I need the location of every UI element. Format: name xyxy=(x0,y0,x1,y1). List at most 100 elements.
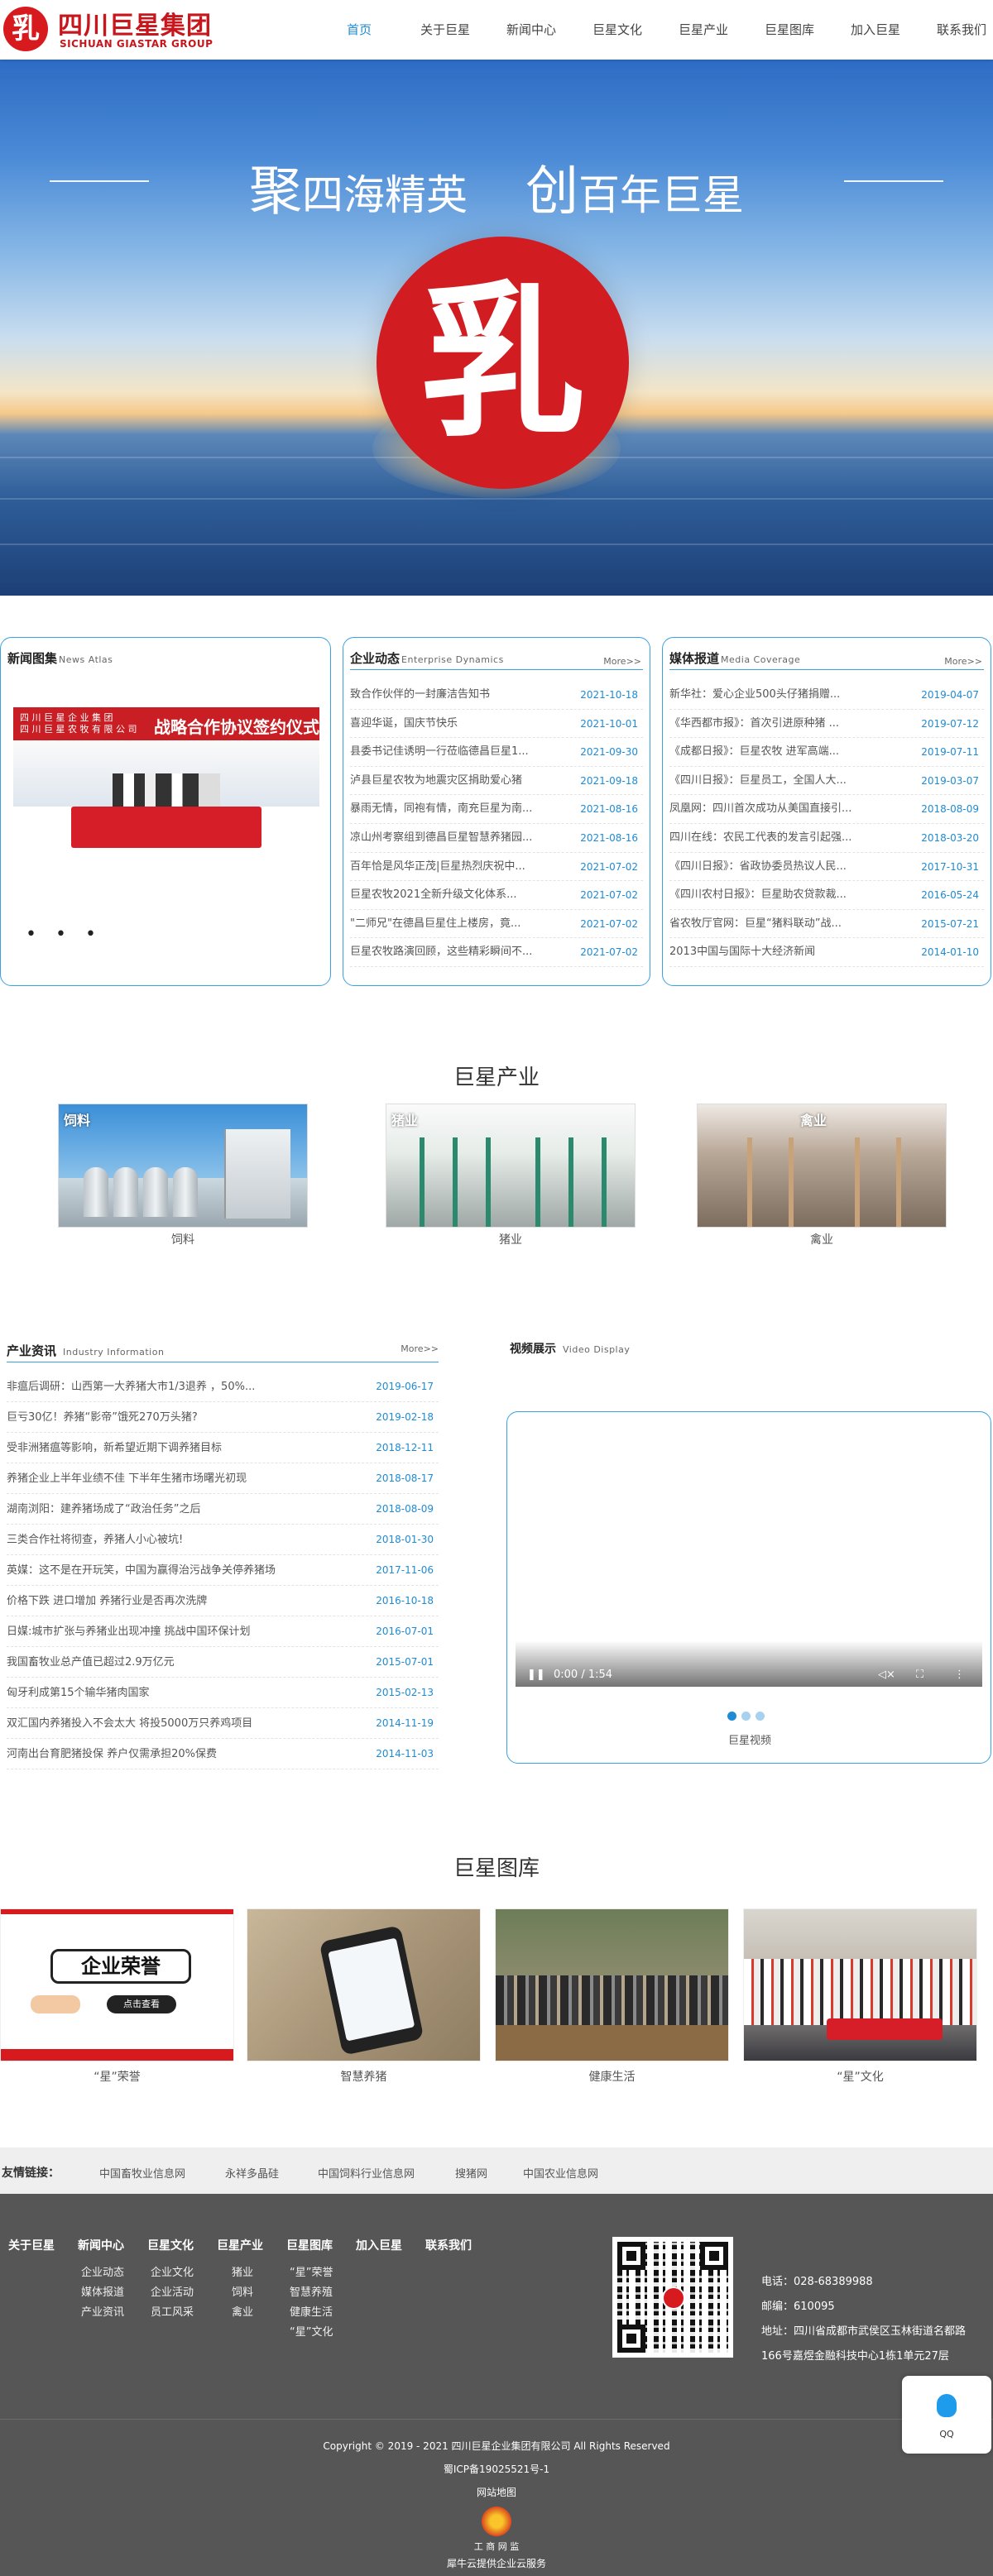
footer-link[interactable]: “星”荣誉 xyxy=(286,2263,333,2283)
list-item[interactable]: 凤凰网：四川首次成功从美国直接引... 2018-08-09 xyxy=(669,795,984,824)
gallery-healthy-life-image[interactable] xyxy=(495,1908,729,2061)
list-item[interactable]: 《成都日报》：巨星农牧 进军高端... 2019-07-11 xyxy=(669,738,984,767)
footer-link[interactable]: 企业活动 xyxy=(147,2283,194,2303)
news-title[interactable]: 《华西都市报》：首次引进原种猪 ... xyxy=(669,710,881,739)
footer-col-heading[interactable]: 加入巨星 xyxy=(356,2237,402,2253)
news-title[interactable]: 《四川日报》：巨星员工，全国人大... xyxy=(669,767,881,796)
footer-col-heading[interactable]: 联系我们 xyxy=(425,2237,472,2253)
gallery-honor-image[interactable]: 企业荣誉 点击查看 xyxy=(0,1908,234,2061)
nav-about[interactable]: 关于巨星 xyxy=(402,0,488,60)
list-item[interactable]: 县委书记佳诱明一行莅临德昌巨星1... 2021-09-30 xyxy=(350,738,643,767)
news-title[interactable]: 凉山州考察组到德昌巨星智慧养猪园... xyxy=(350,824,562,853)
more-options-icon[interactable]: ⋮ xyxy=(954,1669,965,1681)
pager-dot[interactable] xyxy=(727,1712,736,1721)
list-item[interactable]: 省农牧厅官网：巨星“猪料联动”战... 2015-07-21 xyxy=(669,910,984,939)
nav-industry[interactable]: 巨星产业 xyxy=(660,0,746,60)
gallery-label[interactable]: “星”文化 xyxy=(743,2068,977,2085)
footer-col-heading[interactable]: 巨星图库 xyxy=(286,2237,333,2253)
footer-col-heading[interactable]: 巨星产业 xyxy=(217,2237,263,2253)
footer-link[interactable]: 智慧养殖 xyxy=(286,2283,333,2303)
news-title[interactable]: "二师兄"在德昌巨星住上楼房，竟... xyxy=(350,910,562,939)
list-item[interactable]: 泸县巨星农牧为地震灾区捐助爱心猪 2021-09-18 xyxy=(350,767,643,796)
nav-join[interactable]: 加入巨星 xyxy=(832,0,919,60)
atlas-pager-dots[interactable]: • • • xyxy=(26,924,103,945)
friend-link[interactable]: 中国饲料行业信息网 xyxy=(318,2165,415,2181)
mute-icon[interactable]: ◁× xyxy=(878,1669,895,1681)
news-title[interactable]: 我国畜牧业总产值已超过2.9万亿元 xyxy=(7,1647,305,1678)
friend-link[interactable]: 永祥多晶硅 xyxy=(225,2165,279,2181)
footer-col-heading[interactable]: 巨星文化 xyxy=(147,2237,194,2253)
footer-link[interactable]: 产业资讯 xyxy=(78,2303,124,2323)
list-item[interactable]: 暴雨无情，同袍有情，南充巨星为南... 2021-08-16 xyxy=(350,795,643,824)
more-link[interactable]: More>> xyxy=(401,1343,439,1354)
footer-link[interactable]: 企业动态 xyxy=(78,2263,124,2283)
product-pig-image[interactable]: 猪业 xyxy=(386,1104,636,1228)
fullscreen-icon[interactable]: ⛶ xyxy=(916,1669,923,1681)
list-item[interactable]: 日媒:城市扩张与养猪业出现冲撞 挑战中国环保计划 2016-07-01 xyxy=(7,1616,439,1647)
list-item[interactable]: 英媒：这不是在开玩笑，中国为赢得治污战争关停养猪场 2017-11-06 xyxy=(7,1555,439,1586)
nav-home[interactable]: 首页 xyxy=(316,0,402,60)
nav-gallery[interactable]: 巨星图库 xyxy=(746,0,832,60)
list-item[interactable]: 致合作伙伴的一封廉洁告知书 2021-10-18 xyxy=(350,681,643,710)
icp-link[interactable]: 蜀ICP备19025521号-1 xyxy=(0,2462,993,2476)
footer-link[interactable]: 猪业 xyxy=(217,2263,263,2283)
footer-link[interactable]: 企业文化 xyxy=(147,2263,194,2283)
footer-link[interactable]: 健康生活 xyxy=(286,2303,333,2323)
list-item[interactable]: 《四川日报》：省政协委员热议人民... 2017-10-31 xyxy=(669,853,984,882)
news-title[interactable]: 新华社：爱心企业500头仔猪捐赠... xyxy=(669,681,881,710)
friend-link[interactable]: 搜猪网 xyxy=(455,2165,487,2181)
news-title[interactable]: 受非洲猪瘟等影响，新希望近期下调养猪目标 xyxy=(7,1433,305,1463)
news-title[interactable]: 三类合作社将彻查，养猪人小心被坑! xyxy=(7,1525,305,1555)
list-item[interactable]: 《四川农村日报》：巨星助农贷款裁... 2016-05-24 xyxy=(669,881,984,910)
list-item[interactable]: 匈牙利成第15个输华猪肉国家 2015-02-13 xyxy=(7,1678,439,1708)
product-label[interactable]: 禽业 xyxy=(697,1231,947,1247)
list-item[interactable]: 受非洲猪瘟等影响，新希望近期下调养猪目标 2018-12-11 xyxy=(7,1433,439,1463)
list-item[interactable]: 养猪企业上半年业绩不佳 下半年生猪市场曙光初现 2018-08-17 xyxy=(7,1463,439,1494)
pager-dot[interactable] xyxy=(756,1712,765,1721)
news-title[interactable]: 县委书记佳诱明一行莅临德昌巨星1... xyxy=(350,738,562,767)
news-title[interactable]: 2013中国与国际十大经济新闻 xyxy=(669,938,881,967)
list-item[interactable]: 喜迎华诞，国庆节快乐 2021-10-01 xyxy=(350,710,643,739)
footer-link[interactable]: “星”文化 xyxy=(286,2323,333,2343)
gallery-label[interactable]: “星”荣誉 xyxy=(0,2068,234,2085)
list-item[interactable]: 《四川日报》：巨星员工，全国人大... 2019-03-07 xyxy=(669,767,984,796)
nav-contact[interactable]: 联系我们 xyxy=(919,0,993,60)
list-item[interactable]: 2013中国与国际十大经济新闻 2014-01-10 xyxy=(669,938,984,967)
list-item[interactable]: 《华西都市报》：首次引进原种猪 ... 2019-07-12 xyxy=(669,710,984,739)
product-label[interactable]: 饲料 xyxy=(58,1231,308,1247)
list-item[interactable]: 巨星农牧路演回顾，这些精彩瞬间不... 2021-07-02 xyxy=(350,938,643,967)
news-title[interactable]: 泸县巨星农牧为地震灾区捐助爱心猪 xyxy=(350,767,562,796)
news-title[interactable]: 巨星农牧2021全新升级文化体系... xyxy=(350,881,562,910)
list-item[interactable]: 非瘟后调研：山西第一大养猪大市1/3退养 ，50%... 2019-06-17 xyxy=(7,1372,439,1402)
list-item[interactable]: 双汇国内养猪投入不会太大 将投5000万只养鸡项目 2014-11-19 xyxy=(7,1708,439,1739)
news-title[interactable]: 巨星农牧路演回顾，这些精彩瞬间不... xyxy=(350,938,562,967)
product-label[interactable]: 猪业 xyxy=(386,1231,636,1247)
nav-culture[interactable]: 巨星文化 xyxy=(574,0,660,60)
list-item[interactable]: 巨亏30亿！养猪“影帝”饿死270万头猪? 2019-02-18 xyxy=(7,1402,439,1433)
more-link[interactable]: More>> xyxy=(944,656,982,667)
pause-icon[interactable]: ❚❚ xyxy=(527,1669,545,1681)
news-title[interactable]: 匈牙利成第15个输华猪肉国家 xyxy=(7,1678,305,1708)
news-title[interactable]: 英媒：这不是在开玩笑，中国为赢得治污战争关停养猪场 xyxy=(7,1555,305,1586)
list-item[interactable]: 三类合作社将彻查，养猪人小心被坑! 2018-01-30 xyxy=(7,1525,439,1555)
news-title[interactable]: 《四川日报》：省政协委员热议人民... xyxy=(669,853,881,882)
news-title[interactable]: 湖南浏阳：建养猪场成了“政治任务”之后 xyxy=(7,1494,305,1525)
news-title[interactable]: 喜迎华诞，国庆节快乐 xyxy=(350,710,562,739)
list-item[interactable]: 百年恰是风华正茂|巨星热烈庆祝中... 2021-07-02 xyxy=(350,853,643,882)
list-item[interactable]: 河南出台育肥猪投保 养户仅需承担20%保费 2014-11-03 xyxy=(7,1739,439,1769)
news-title[interactable]: 致合作伙伴的一封廉洁告知书 xyxy=(350,681,562,710)
pager-dot[interactable] xyxy=(741,1712,751,1721)
news-title[interactable]: 《四川农村日报》：巨星助农贷款裁... xyxy=(669,881,881,910)
news-title[interactable]: 四川在线：农民工代表的发言引起强... xyxy=(669,824,881,853)
nav-news[interactable]: 新闻中心 xyxy=(488,0,574,60)
list-item[interactable]: 湖南浏阳：建养猪场成了“政治任务”之后 2018-08-09 xyxy=(7,1494,439,1525)
list-item[interactable]: 巨星农牧2021全新升级文化体系... 2021-07-02 xyxy=(350,881,643,910)
list-item[interactable]: "二师兄"在德昌巨星住上楼房，竟... 2021-07-02 xyxy=(350,910,643,939)
gov-badge-icon[interactable] xyxy=(482,2507,511,2536)
footer-link[interactable]: 饲料 xyxy=(217,2283,263,2303)
news-title[interactable]: 《成都日报》：巨星农牧 进军高端... xyxy=(669,738,881,767)
news-title[interactable]: 百年恰是风华正茂|巨星热烈庆祝中... xyxy=(350,853,562,882)
list-item[interactable]: 新华社：爱心企业500头仔猪捐赠... 2019-04-07 xyxy=(669,681,984,710)
friend-link[interactable]: 中国农业信息网 xyxy=(523,2165,598,2181)
news-title[interactable]: 暴雨无情，同袍有情，南充巨星为南... xyxy=(350,795,562,824)
